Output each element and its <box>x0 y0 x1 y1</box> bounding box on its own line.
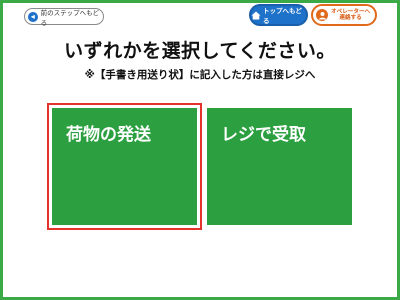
kiosk-screen: ◂ 前のステップへもどる トップへもどる オペレーターへ 連絡する いずれかを選… <box>0 0 400 300</box>
operator-button[interactable]: オペレーターへ 連絡する <box>311 4 377 26</box>
back-button-label: 前のステップへもどる <box>40 8 99 27</box>
operator-icon <box>316 9 328 21</box>
ship-package-label: 荷物の発送 <box>66 125 151 145</box>
frame-border-top <box>0 0 400 3</box>
operator-label-line2: 連絡する <box>339 15 362 21</box>
back-button[interactable]: ◂ 前のステップへもどる <box>24 8 104 27</box>
arrow-left-icon: ◂ <box>28 11 38 22</box>
register-pickup-button[interactable]: レジで受取 <box>207 108 352 225</box>
home-icon <box>251 11 261 20</box>
instruction-note: ※【手書き用送り状】に記入した方は直接レジへ <box>84 69 316 81</box>
top-button[interactable]: トップへもどる <box>249 4 308 26</box>
page-title: いずれかを選択してください。 <box>64 40 336 62</box>
register-pickup-label: レジで受取 <box>221 125 306 145</box>
ship-package-button[interactable]: 荷物の発送 <box>52 108 197 225</box>
top-button-label: トップへもどる <box>263 7 302 25</box>
